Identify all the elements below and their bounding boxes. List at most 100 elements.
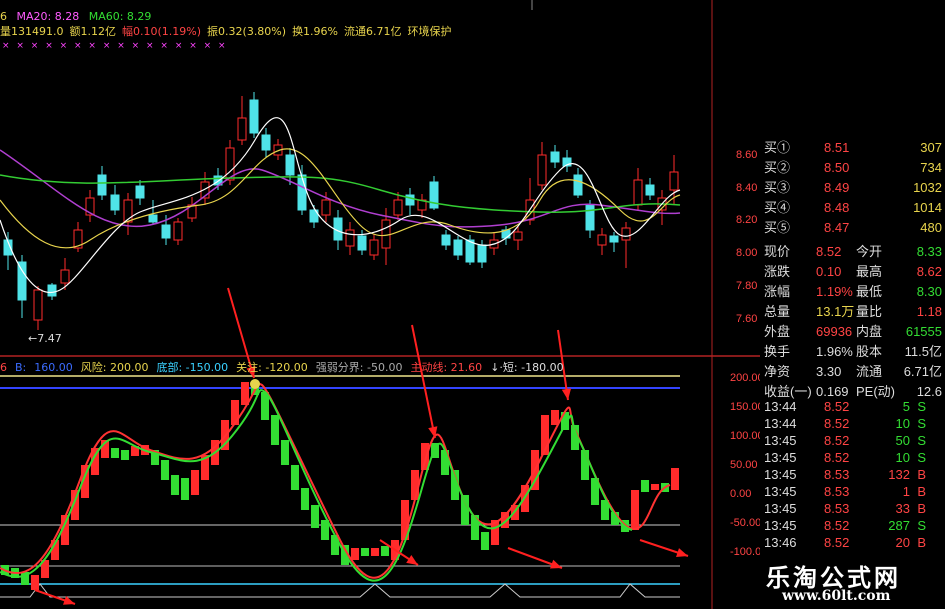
candle-body xyxy=(173,221,183,241)
summary-item: 额1.12亿 xyxy=(69,25,117,38)
tick-time: 13:45 xyxy=(764,518,797,533)
stat-label: 内盘 xyxy=(856,324,883,339)
tick-row[interactable]: 13:45 8.53 33 B xyxy=(760,500,942,517)
tick-side: B xyxy=(917,484,926,499)
tick-row[interactable]: 13:45 8.53 132 B xyxy=(760,466,942,483)
candle-body xyxy=(297,174,307,211)
peak-marker xyxy=(250,379,260,389)
candle-body xyxy=(573,174,583,196)
bid-volume: 1032 xyxy=(913,180,942,195)
indicator-bar xyxy=(371,548,379,556)
stat-label: 量比 xyxy=(856,304,883,319)
order-book-row[interactable]: 买① 8.51 307 xyxy=(760,138,942,158)
tick-volume: 10 xyxy=(895,450,910,465)
tick-row[interactable]: 13:44 8.52 10 S xyxy=(760,415,942,432)
bid-label: 买① xyxy=(764,140,791,155)
indicator-bar xyxy=(651,484,659,490)
tick-row[interactable]: 13:45 8.53 1 B xyxy=(760,483,942,500)
candle-body xyxy=(513,231,523,241)
candle-body xyxy=(285,154,295,176)
tick-side: B xyxy=(917,467,926,482)
order-book-row[interactable]: 买③ 8.49 1032 xyxy=(760,178,942,198)
summary-item: 幅0.10(1.19%) xyxy=(122,25,202,38)
tick-time: 13:45 xyxy=(764,467,797,482)
price-tick: 8.40 xyxy=(736,182,758,194)
candle-body xyxy=(405,194,415,206)
candle-body xyxy=(585,204,595,231)
indicator-tick: 50.00 xyxy=(730,459,758,471)
stat-value: 8.52 xyxy=(816,244,842,259)
indicator-param: 底部: -150.00 xyxy=(156,361,229,374)
candle-body xyxy=(33,289,43,321)
signal-arrow xyxy=(411,324,436,439)
candle-body xyxy=(17,261,27,301)
indicator-bar xyxy=(671,468,679,490)
candle-body xyxy=(381,219,391,249)
arrow-head xyxy=(561,388,572,400)
indicator-legend: 6 B: 160.00 风险: 200.00 底部: -150.00 关注: -120.0… xyxy=(0,361,572,374)
bid-volume: 1014 xyxy=(913,200,942,215)
candle-body xyxy=(477,244,487,263)
indicator-param: 6 xyxy=(0,361,7,374)
order-book-row[interactable]: 买④ 8.48 1014 xyxy=(760,198,942,218)
stat-value: 11.5亿 xyxy=(904,344,942,359)
indicator-bar xyxy=(271,415,279,445)
stat-row: 换手 1.96% 股本 11.5亿 xyxy=(760,342,942,362)
price-tick: 7.80 xyxy=(736,280,758,292)
tick-row[interactable]: 13:45 8.52 50 S xyxy=(760,432,942,449)
stat-value: 69936 xyxy=(816,324,853,339)
indicator-tick: 150.00 xyxy=(730,401,764,413)
indicator-bar xyxy=(481,532,489,550)
indicator-tick: 0.00 xyxy=(730,488,752,500)
stat-row: 净资 3.30 流通 6.71亿 xyxy=(760,362,942,382)
tick-time: 13:45 xyxy=(764,484,797,499)
tick-side: S xyxy=(917,433,926,448)
candle-body xyxy=(669,171,679,191)
indicator-tick: -50.00 xyxy=(730,517,762,529)
tick-side: B xyxy=(917,501,926,516)
tick-row[interactable]: 13:45 8.52 10 S xyxy=(760,449,942,466)
indicator-bar xyxy=(361,548,369,556)
candle-body xyxy=(537,154,547,186)
stat-label: 涨幅 xyxy=(764,284,791,299)
indicator-param: 风险: 200.00 xyxy=(80,361,149,374)
tick-row[interactable]: 13:44 8.52 5 S xyxy=(760,398,942,415)
tick-side: S xyxy=(917,518,926,533)
candle-body xyxy=(357,235,367,251)
candle-body xyxy=(161,224,171,239)
indicator-bar xyxy=(111,448,119,458)
summary-item: 环境保护 xyxy=(407,25,452,38)
ma-partial: 6 xyxy=(0,10,7,23)
candle-body xyxy=(453,239,463,256)
tick-volume: 132 xyxy=(888,467,910,482)
indicator-bar xyxy=(291,465,299,490)
indicator-param: 160.00 xyxy=(34,361,73,374)
stat-value: 61555 xyxy=(905,324,942,339)
indicator-param: B: xyxy=(15,361,27,374)
tick-time: 13:44 xyxy=(764,399,797,414)
tick-volume: 287 xyxy=(888,518,910,533)
stat-label: 涨跌 xyxy=(764,264,791,279)
stat-label: 总量 xyxy=(764,304,791,319)
stat-label: 股本 xyxy=(856,344,883,359)
order-book-row[interactable]: 买② 8.50 734 xyxy=(760,158,942,178)
summary-item: 换1.96% xyxy=(292,25,339,38)
bid-volume: 734 xyxy=(920,160,942,175)
candle-body xyxy=(60,269,70,284)
candle-body xyxy=(609,235,619,243)
tick-row[interactable]: 13:45 8.52 287 S xyxy=(760,517,942,534)
candle-body xyxy=(110,194,120,211)
arrow-head xyxy=(550,559,562,569)
candle-body xyxy=(237,117,247,141)
stat-label: 换手 xyxy=(764,344,791,359)
candle-body xyxy=(597,234,607,246)
tick-price: 8.53 xyxy=(824,501,850,516)
candle-body xyxy=(97,174,107,196)
order-book-row[interactable]: 买⑤ 8.47 480 xyxy=(760,218,942,238)
tick-volume: 1 xyxy=(902,484,910,499)
candle-body xyxy=(47,284,57,297)
indicator-bar xyxy=(281,440,289,465)
indicator-bar xyxy=(191,470,199,495)
watermark: 乐淘公式网 www.60lt.com xyxy=(760,548,945,609)
candle-body xyxy=(135,185,145,199)
